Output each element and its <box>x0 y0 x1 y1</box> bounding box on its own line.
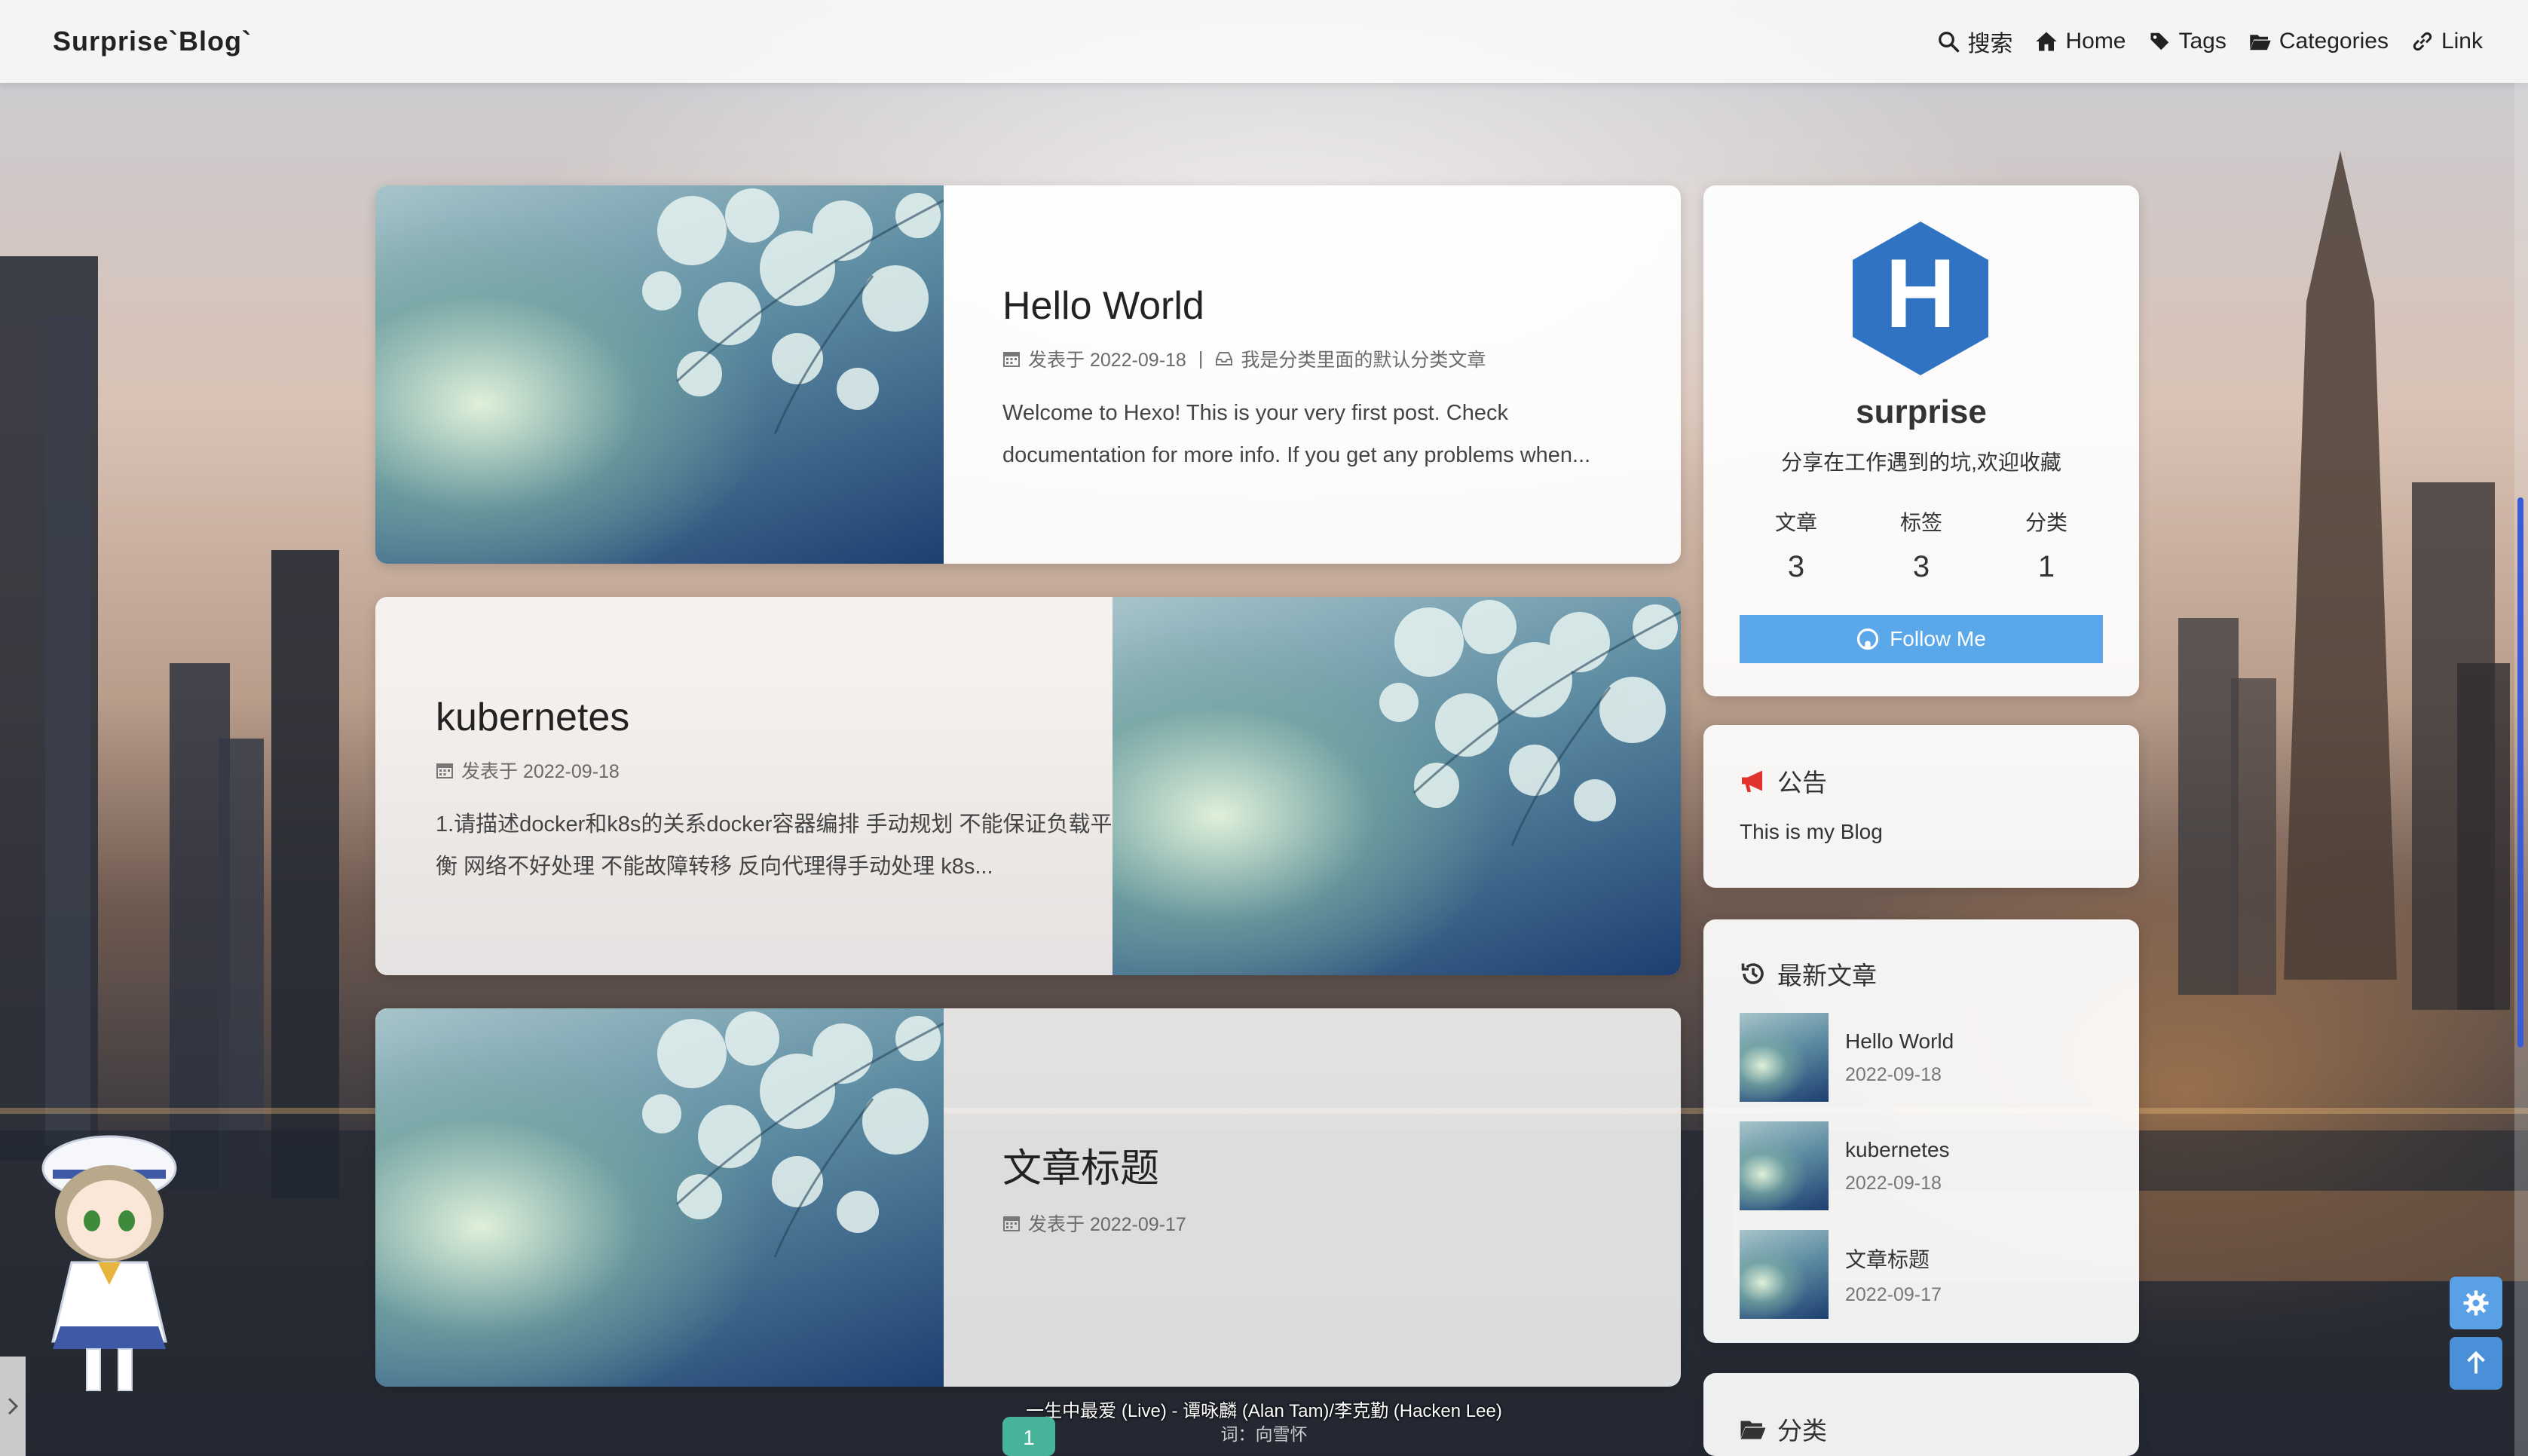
stat-value: 3 <box>1912 550 1930 583</box>
follow-me-button[interactable]: Follow Me <box>1740 615 2103 663</box>
recent-post-item[interactable]: Hello World 2022-09-18 <box>1740 1013 2103 1102</box>
tags-icon <box>2150 32 2168 50</box>
post-card-hello-world[interactable]: Hello World 发表于 2022-09-18 | 我是分类里面的默认分类… <box>375 185 1681 564</box>
recent-post-info: kubernetes 2022-09-18 <box>1845 1138 1950 1194</box>
site-brand[interactable]: Surprise`Blog` <box>53 26 252 57</box>
recent-title: 最新文章 <box>1777 962 1877 990</box>
top-navbar: Surprise`Blog` 搜索 Home Tags Categories L… <box>0 0 2528 83</box>
site-stats: 文章 3 标签 3 分类 1 <box>1734 506 2109 584</box>
bullhorn-icon <box>1742 770 1762 792</box>
notice-header: 公告 <box>1740 763 2103 799</box>
notice-card: 公告 This is my Blog <box>1703 725 2139 888</box>
stat-label: 分类 <box>2025 511 2067 534</box>
hexo-logo-letter: H <box>1885 238 1956 348</box>
link-icon <box>2413 32 2432 51</box>
gear-icon <box>2463 1290 2489 1316</box>
recent-post-date: 2022-09-18 <box>1845 1063 1942 1085</box>
stat-label: 标签 <box>1899 511 1942 534</box>
nav-item-link[interactable]: Link <box>2411 29 2483 54</box>
frosted-branch-image <box>642 188 944 435</box>
nav-item-home[interactable]: Home <box>2035 29 2126 54</box>
nav-item-categories[interactable]: Categories <box>2249 29 2389 54</box>
side-panel-toggle[interactable] <box>0 1357 26 1456</box>
post-meta: 发表于 2022-09-17 <box>1002 1210 1651 1237</box>
now-playing-lyric: 词：向雪怀 <box>1220 1424 1308 1444</box>
nav-item-home-label: Home <box>2065 29 2126 54</box>
nav-item-tags-label: Tags <box>2178 29 2227 54</box>
post-cover-image[interactable] <box>375 1008 944 1387</box>
post-cover-image[interactable] <box>1113 597 1681 975</box>
back-to-top-button[interactable] <box>2450 1337 2502 1390</box>
post-date: 发表于 2022-09-18 <box>461 761 620 782</box>
stat-label: 文章 <box>1774 511 1817 534</box>
recent-post-thumbnail[interactable] <box>1740 1013 1829 1102</box>
chevron-right-icon <box>8 1397 19 1415</box>
settings-button[interactable] <box>2450 1277 2502 1329</box>
calendar-icon <box>436 763 453 778</box>
post-content: Hello World 发表于 2022-09-18 | 我是分类里面的默认分类… <box>1002 185 1651 564</box>
post-content: kubernetes 发表于 2022-09-18 1.请描述docker和k8… <box>436 597 1114 975</box>
stat-value: 3 <box>1787 550 1805 583</box>
nav-item-tags[interactable]: Tags <box>2149 29 2227 54</box>
post-category[interactable]: 我是分类里面的默认分类文章 <box>1241 345 1486 372</box>
recent-post-title[interactable]: kubernetes <box>1845 1138 1950 1162</box>
calendar-icon <box>1003 1216 1020 1231</box>
post-title[interactable]: 文章标题 <box>1002 1136 1651 1193</box>
notice-title: 公告 <box>1777 769 1827 797</box>
stat-articles[interactable]: 文章 3 <box>1775 506 1817 584</box>
follow-me-label: Follow Me <box>1890 627 1986 650</box>
nav-item-categories-label: Categories <box>2279 29 2389 54</box>
stat-value: 1 <box>2037 550 2055 583</box>
recent-posts-card: 最新文章 Hello World 2022-09-18 kubernetes 2… <box>1703 919 2139 1343</box>
meta-separator: | <box>1198 347 1204 369</box>
recent-post-thumbnail[interactable] <box>1740 1121 1829 1210</box>
post-excerpt: Welcome to Hexo! This is your very first… <box>1002 401 1591 467</box>
post-meta: 发表于 2022-09-18 <box>436 757 1114 784</box>
search-icon <box>1939 32 1960 53</box>
page-scrollbar-thumb[interactable] <box>2517 497 2523 1048</box>
nav-menu: 搜索 Home Tags Categories Link <box>1937 25 2483 58</box>
calendar-icon <box>1003 352 1020 367</box>
home-icon <box>2036 32 2058 51</box>
post-card-kubernetes[interactable]: kubernetes 发表于 2022-09-18 1.请描述docker和k8… <box>375 597 1681 975</box>
post-date: 发表于 2022-09-17 <box>1028 1214 1186 1235</box>
post-card-article-title[interactable]: 文章标题 发表于 2022-09-17 <box>375 1008 1681 1387</box>
post-title[interactable]: kubernetes <box>436 695 1114 740</box>
recent-post-date: 2022-09-18 <box>1845 1172 1942 1194</box>
nav-item-search[interactable]: 搜索 <box>1937 25 2012 58</box>
frosted-branch-image <box>1379 600 1681 846</box>
folder-open-icon <box>2250 35 2271 50</box>
recent-post-title[interactable]: 文章标题 <box>1845 1243 1942 1274</box>
nav-item-search-label: 搜索 <box>1967 32 2013 57</box>
author-name: surprise <box>1856 393 1987 430</box>
author-profile-card: H surprise 分享在工作遇到的坑,欢迎收藏 文章 3 标签 3 分类 1… <box>1703 185 2139 696</box>
recent-post-info: Hello World 2022-09-18 <box>1845 1029 1954 1086</box>
recent-post-thumbnail[interactable] <box>1740 1230 1829 1319</box>
post-meta: 发表于 2022-09-18 | 我是分类里面的默认分类文章 <box>1002 345 1651 372</box>
post-title[interactable]: Hello World <box>1002 283 1651 329</box>
recent-post-date: 2022-09-17 <box>1845 1283 1942 1305</box>
hexo-logo-icon: H <box>1853 222 1988 375</box>
recent-header: 最新文章 <box>1740 956 2103 992</box>
notice-text: This is my Blog <box>1740 820 1883 843</box>
history-icon <box>1741 963 1764 984</box>
live2d-mascot-image[interactable] <box>30 1123 188 1394</box>
recent-post-title[interactable]: Hello World <box>1845 1029 1954 1054</box>
stat-categories[interactable]: 分类 1 <box>2025 506 2067 584</box>
recent-post-info: 文章标题 2022-09-17 <box>1845 1243 1942 1306</box>
now-playing-song: 一生中最爱 (Live) - 谭咏麟 (Alan Tam)/李克勤 (Hacke… <box>1026 1401 1502 1421</box>
frosted-branch-image <box>642 1011 944 1258</box>
recent-post-item[interactable]: kubernetes 2022-09-18 <box>1740 1121 2103 1210</box>
recent-post-item[interactable]: 文章标题 2022-09-17 <box>1740 1230 2103 1319</box>
author-description: 分享在工作遇到的坑,欢迎收藏 <box>1781 451 2061 474</box>
github-icon <box>1857 628 1879 650</box>
inbox-icon <box>1216 352 1233 366</box>
post-cover-image[interactable] <box>375 185 944 564</box>
post-excerpt: 1.请描述docker和k8s的关系docker容器编排 手动规划 不能保证负载… <box>436 812 1113 879</box>
post-content: 文章标题 发表于 2022-09-17 <box>1002 1008 1651 1387</box>
arrow-up-icon <box>2467 1350 2485 1374</box>
nav-item-link-label: Link <box>2441 29 2483 54</box>
stat-tags[interactable]: 标签 3 <box>1900 506 1942 584</box>
post-date: 发表于 2022-09-18 <box>1028 350 1186 371</box>
